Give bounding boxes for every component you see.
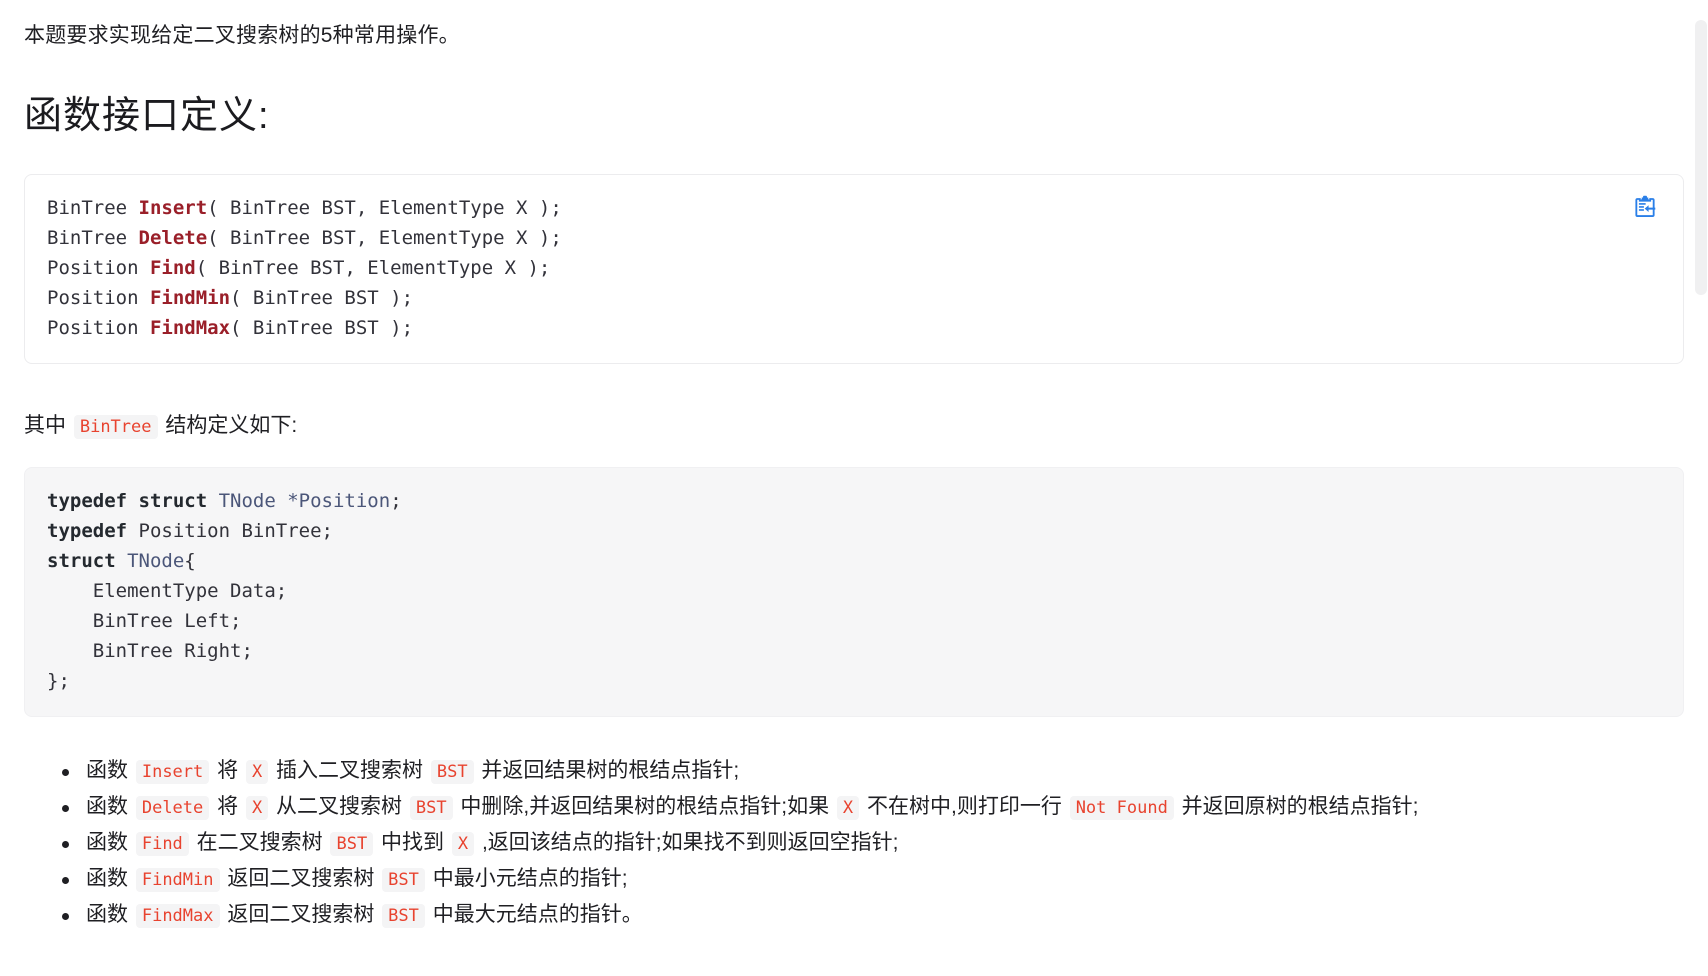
code-token: FindMax bbox=[149, 317, 231, 340]
inline-code: BST bbox=[382, 903, 425, 928]
list-item: 函数 FindMax 返回二叉搜索树 BST 中最大元结点的指针。 bbox=[62, 898, 1684, 932]
list-item-text: 返回二叉搜索树 bbox=[221, 866, 381, 890]
function-spec-list: 函数 Insert 将 X 插入二叉搜索树 BST 并返回结果树的根结点指针; 函… bbox=[24, 736, 1684, 932]
inline-code-bintree: BinTree bbox=[73, 415, 158, 440]
list-item-text: ,返回该结点的指针;如果找不到则返回空指针; bbox=[476, 830, 899, 854]
code-token: }; bbox=[47, 669, 70, 692]
code-token: { bbox=[184, 549, 196, 572]
code-token: TNode bbox=[218, 489, 288, 512]
inline-code: BST bbox=[409, 795, 453, 820]
list-item-text: 中找到 bbox=[375, 830, 450, 854]
code-token: Insert bbox=[138, 197, 208, 220]
inline-code: BST bbox=[382, 867, 425, 892]
code-block-function-signatures: BinTree Insert( BinTree BST, ElementType… bbox=[24, 174, 1684, 365]
list-item: 函数 Delete 将 X 从二叉搜索树 BST 中删除,并返回结果树的根结点指… bbox=[62, 790, 1684, 824]
list-item: 函数 Insert 将 X 插入二叉搜索树 BST 并返回结果树的根结点指针; bbox=[62, 754, 1684, 788]
document-page: 本题要求实现给定二叉搜索树的5种常用操作。 函数接口定义: BinTree In… bbox=[0, 0, 1708, 932]
code-token: typedef struct bbox=[47, 489, 219, 512]
inline-code: X bbox=[245, 759, 269, 784]
list-item-text: 中最大元结点的指针。 bbox=[426, 902, 643, 926]
copy-to-clipboard-icon[interactable] bbox=[1628, 190, 1662, 224]
code-token: Delete bbox=[138, 227, 208, 250]
inline-code: Find bbox=[135, 831, 189, 856]
function-interface-code-region: BinTree Insert( BinTree BST, ElementType… bbox=[24, 174, 1684, 365]
inline-code: BST bbox=[330, 831, 374, 856]
list-item-text: 函数 bbox=[86, 902, 134, 926]
list-item-text: 函数 bbox=[86, 758, 134, 782]
list-item-text: 中删除,并返回结果树的根结点指针;如果 bbox=[454, 794, 835, 818]
code-token: BinTree bbox=[47, 197, 139, 220]
list-item: 函数 FindMin 返回二叉搜索树 BST 中最小元结点的指针; bbox=[62, 862, 1684, 896]
list-item-text: 不在树中,则打印一行 bbox=[861, 794, 1068, 818]
inline-code: X bbox=[836, 795, 860, 820]
inline-code: FindMin bbox=[135, 867, 220, 892]
code-token: struct bbox=[47, 549, 128, 572]
code-token: Find bbox=[149, 257, 196, 280]
list-item-text: 函数 bbox=[86, 830, 134, 854]
scrollbar-thumb[interactable] bbox=[1695, 20, 1707, 295]
code-token: ( BinTree BST, ElementType X ); bbox=[195, 257, 551, 280]
inline-code: Not Found bbox=[1069, 795, 1174, 820]
list-item-text: 函数 bbox=[86, 794, 134, 818]
code-token: ( BinTree BST ); bbox=[230, 287, 414, 310]
code-token: ; bbox=[390, 489, 402, 512]
code-token: ( BinTree BST, ElementType X ); bbox=[207, 227, 562, 250]
code-token: BinTree Right; bbox=[47, 639, 253, 662]
list-item-text: 函数 bbox=[86, 866, 134, 890]
list-item-text: 从二叉搜索树 bbox=[270, 794, 408, 818]
code-token: TNode bbox=[127, 549, 185, 572]
code-token: FindMin bbox=[149, 287, 231, 310]
inline-code: Insert bbox=[135, 759, 210, 784]
code-token: ( BinTree BST ); bbox=[230, 317, 414, 340]
inline-code: Delete bbox=[135, 795, 210, 820]
list-item-text: 并返回结果树的根结点指针; bbox=[475, 758, 740, 782]
list-item-text: 将 bbox=[211, 794, 244, 818]
code-token: *Position bbox=[287, 489, 391, 512]
caption-text-after: 结构定义如下: bbox=[165, 414, 298, 438]
code-token: typedef bbox=[47, 519, 139, 542]
vertical-scrollbar[interactable] bbox=[1694, 0, 1708, 976]
code-token: Position bbox=[47, 257, 150, 280]
list-item-text: 在二叉搜索树 bbox=[190, 830, 329, 854]
inline-code: FindMax bbox=[135, 903, 220, 928]
inline-code: BST bbox=[430, 759, 474, 784]
intro-paragraph: 本题要求实现给定二叉搜索树的5种常用操作。 bbox=[24, 24, 460, 47]
page-title: 函数接口定义: bbox=[24, 94, 270, 137]
caption-text-before: 其中 bbox=[24, 414, 66, 438]
code-token: ElementType Data; bbox=[47, 579, 288, 602]
bintree-struct-caption: 其中 BinTree 结构定义如下: bbox=[24, 383, 1684, 443]
code-token: Position BinTree; bbox=[138, 519, 333, 542]
list-item-text: 插入二叉搜索树 bbox=[270, 758, 429, 782]
code-token: Position bbox=[47, 317, 150, 340]
inline-code: X bbox=[245, 795, 269, 820]
list-item-text: 返回二叉搜索树 bbox=[221, 902, 381, 926]
list-item-text: 并返回原树的根结点指针; bbox=[1175, 794, 1419, 818]
list-item-text: 中最小元结点的指针; bbox=[426, 866, 628, 890]
struct-definition-code-region: typedef struct TNode *Position; typedef … bbox=[24, 466, 1684, 717]
code-token: BinTree bbox=[47, 227, 139, 250]
code-token: ( BinTree BST, ElementType X ); bbox=[207, 197, 562, 220]
code-block-struct-definition: typedef struct TNode *Position; typedef … bbox=[24, 466, 1684, 717]
list-item-text: 将 bbox=[211, 758, 244, 782]
code-token: BinTree Left; bbox=[47, 609, 242, 632]
code-token: Position bbox=[47, 287, 150, 310]
inline-code: X bbox=[451, 831, 475, 856]
list-item: 函数 Find 在二叉搜索树 BST 中找到 X ,返回该结点的指针;如果找不到… bbox=[62, 826, 1684, 860]
